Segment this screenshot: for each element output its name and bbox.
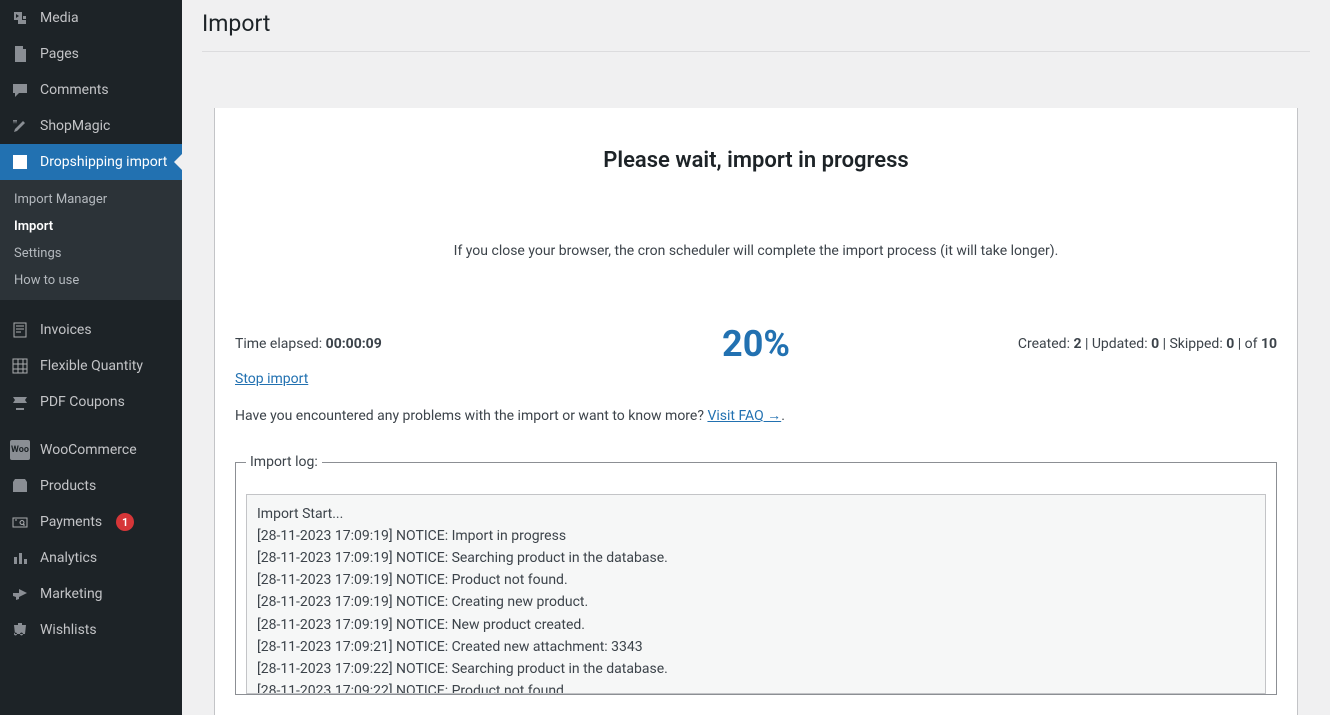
shopmagic-icon bbox=[10, 116, 30, 136]
sidebar-label: Analytics bbox=[40, 550, 97, 566]
faq-text: Have you encountered any problems with t… bbox=[235, 408, 707, 424]
marketing-icon bbox=[10, 584, 30, 604]
sidebar-label: Flexible Quantity bbox=[40, 358, 143, 374]
import-metrics: Time elapsed: 00:00:09 20% Created: 2 | … bbox=[235, 323, 1277, 365]
import-log-title: Import log: bbox=[246, 454, 322, 470]
elapsed-value: 00:00:09 bbox=[326, 336, 382, 352]
sidebar-label: Media bbox=[40, 10, 79, 26]
title-divider bbox=[202, 51, 1310, 52]
submenu-how-to-use[interactable]: How to use bbox=[0, 267, 182, 294]
wishlists-icon bbox=[10, 620, 30, 640]
sidebar-item-comments[interactable]: Comments bbox=[0, 72, 182, 108]
sidebar-item-marketing[interactable]: Marketing bbox=[0, 576, 182, 612]
log-line: [28-11-2023 17:09:22] NOTICE: Searching … bbox=[257, 658, 1255, 680]
log-line: [28-11-2023 17:09:19] NOTICE: Import in … bbox=[257, 525, 1255, 547]
admin-sidebar: Media Pages Comments ShopMagic Dropshipp… bbox=[0, 0, 182, 715]
media-icon bbox=[10, 8, 30, 28]
sidebar-label: Invoices bbox=[40, 322, 92, 338]
submenu-settings[interactable]: Settings bbox=[0, 240, 182, 267]
sidebar-label: Pages bbox=[40, 46, 79, 62]
sidebar-item-invoices[interactable]: Invoices bbox=[0, 312, 182, 348]
stop-import-row: Stop import bbox=[235, 371, 1277, 387]
sidebar-label: Wishlists bbox=[40, 622, 97, 638]
sidebar-item-pdf-coupons[interactable]: PDF Coupons bbox=[0, 384, 182, 420]
log-line: [28-11-2023 17:09:22] NOTICE: Product no… bbox=[257, 680, 1255, 694]
analytics-icon bbox=[10, 548, 30, 568]
faq-link[interactable]: Visit FAQ → bbox=[707, 408, 781, 424]
submenu-import-manager[interactable]: Import Manager bbox=[0, 186, 182, 213]
sidebar-label: Products bbox=[40, 478, 96, 494]
stop-import-link[interactable]: Stop import bbox=[235, 371, 308, 387]
import-heading: Please wait, import in progress bbox=[235, 148, 1277, 173]
progress-percent: 20% bbox=[722, 323, 790, 365]
time-elapsed: Time elapsed: 00:00:09 bbox=[235, 336, 722, 352]
sidebar-item-dropshipping-import[interactable]: Dropshipping import bbox=[0, 144, 182, 180]
log-line: [28-11-2023 17:09:19] NOTICE: Creating n… bbox=[257, 591, 1255, 613]
payments-icon bbox=[10, 512, 30, 532]
invoices-icon bbox=[10, 320, 30, 340]
main-content: Import Please wait, import in progress I… bbox=[182, 0, 1330, 715]
import-log-fieldset: Import log: Import Start...[28-11-2023 1… bbox=[235, 454, 1277, 695]
sidebar-item-analytics[interactable]: Analytics bbox=[0, 540, 182, 576]
import-stats: Created: 2 | Updated: 0 | Skipped: 0 | o… bbox=[790, 336, 1277, 352]
sidebar-item-payments[interactable]: Payments 1 bbox=[0, 504, 182, 540]
sidebar-item-products[interactable]: Products bbox=[0, 468, 182, 504]
dropshipping-import-icon bbox=[10, 152, 30, 172]
sidebar-label: Comments bbox=[40, 82, 109, 98]
sidebar-label: Dropshipping import bbox=[40, 154, 167, 170]
import-log-body[interactable]: Import Start...[28-11-2023 17:09:19] NOT… bbox=[246, 494, 1266, 694]
sidebar-item-media[interactable]: Media bbox=[0, 0, 182, 36]
log-line: [28-11-2023 17:09:19] NOTICE: Product no… bbox=[257, 569, 1255, 591]
products-icon bbox=[10, 476, 30, 496]
sidebar-label: Marketing bbox=[40, 586, 103, 602]
sidebar-submenu: Import Manager Import Settings How to us… bbox=[0, 180, 182, 300]
sidebar-label: WooCommerce bbox=[40, 442, 137, 458]
sidebar-label: PDF Coupons bbox=[40, 394, 125, 410]
submenu-import[interactable]: Import bbox=[0, 213, 182, 240]
comments-icon bbox=[10, 80, 30, 100]
sidebar-item-woocommerce[interactable]: Woo WooCommerce bbox=[0, 432, 182, 468]
log-line: [28-11-2023 17:09:21] NOTICE: Created ne… bbox=[257, 636, 1255, 658]
page-title: Import bbox=[202, 10, 1310, 37]
sidebar-item-shopmagic[interactable]: ShopMagic bbox=[0, 108, 182, 144]
faq-row: Have you encountered any problems with t… bbox=[235, 407, 1277, 424]
sidebar-item-flexible-quantity[interactable]: Flexible Quantity bbox=[0, 348, 182, 384]
sidebar-item-pages[interactable]: Pages bbox=[0, 36, 182, 72]
sidebar-label: Payments bbox=[40, 514, 102, 530]
log-line: Import Start... bbox=[257, 503, 1255, 525]
woocommerce-icon: Woo bbox=[10, 440, 30, 460]
payments-badge: 1 bbox=[116, 513, 134, 531]
sidebar-item-wishlists[interactable]: Wishlists bbox=[0, 612, 182, 648]
sidebar-label: ShopMagic bbox=[40, 118, 110, 134]
elapsed-label: Time elapsed: bbox=[235, 336, 326, 352]
log-line: [28-11-2023 17:09:19] NOTICE: Searching … bbox=[257, 547, 1255, 569]
flexible-quantity-icon bbox=[10, 356, 30, 376]
pdf-coupons-icon bbox=[10, 392, 30, 412]
log-line: [28-11-2023 17:09:19] NOTICE: New produc… bbox=[257, 614, 1255, 636]
pages-icon bbox=[10, 44, 30, 64]
import-note: If you close your browser, the cron sche… bbox=[235, 243, 1277, 259]
import-card: Please wait, import in progress If you c… bbox=[214, 108, 1298, 715]
